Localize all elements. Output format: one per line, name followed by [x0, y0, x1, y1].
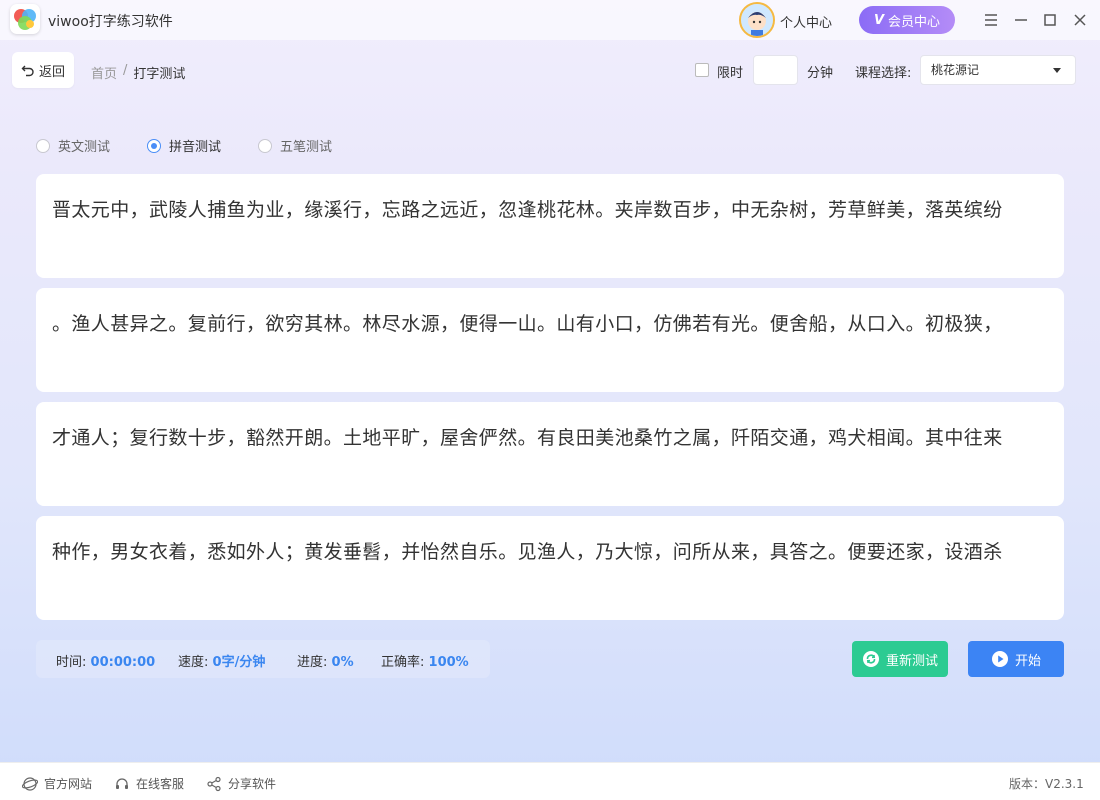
version-label: 版本：V2.3.1 — [1009, 777, 1084, 791]
stat-accuracy: 正确率: 100% — [381, 651, 469, 670]
back-label: 返回 — [38, 64, 65, 80]
maximize-icon[interactable] — [1040, 10, 1060, 30]
official-website-link[interactable]: 官方网站 — [22, 775, 92, 792]
stat-time-value: 00:00:00 — [90, 655, 156, 670]
mode-wubi-test[interactable]: 五笔测试 — [258, 136, 358, 155]
stat-progress-label: 进度: — [297, 655, 328, 670]
course-selected-value: 桃花源记 — [931, 63, 980, 77]
app-title: viwoo打字练习软件 — [48, 14, 173, 30]
share-icon — [207, 776, 221, 791]
stat-time-label: 时间: — [56, 655, 87, 670]
time-limit-checkbox[interactable] — [695, 63, 709, 77]
retest-button[interactable]: 重新测试 — [852, 641, 948, 677]
share-software-label: 分享软件 — [228, 777, 277, 791]
stat-speed-value: 0字/分钟 — [212, 655, 266, 670]
mode-label-wubi: 五笔测试 — [280, 140, 333, 155]
typing-line-card[interactable]: 。渔人甚异之。复前行，欲穷其林。林尽水源，便得一山。山有小口，仿佛若有光。便舍船… — [36, 288, 1064, 392]
stat-accuracy-label: 正确率: — [381, 655, 425, 670]
radio-wubi[interactable] — [258, 138, 272, 153]
stat-speed-label: 速度: — [178, 655, 209, 670]
share-software-link[interactable]: 分享软件 — [206, 775, 276, 792]
personal-center-link[interactable]: 个人中心 — [780, 12, 832, 31]
typing-line-card[interactable]: 才通人；复行数十步，豁然开朗。土地平旷，屋舍俨然。有良田美池桑竹之属，阡陌交通，… — [36, 402, 1064, 506]
globe-icon — [22, 776, 38, 791]
typing-line-text: 才通人；复行数十步，豁然开朗。土地平旷，屋舍俨然。有良田美池桑竹之属，阡陌交通，… — [52, 427, 1003, 449]
vip-badge-icon: V — [873, 12, 885, 28]
typing-line-text: 。渔人甚异之。复前行，欲穷其林。林尽水源，便得一山。山有小口，仿佛若有光。便舍船… — [52, 313, 1003, 335]
stat-time: 时间: 00:00:00 — [56, 651, 155, 670]
vip-center-label: 会员中心 — [888, 14, 941, 30]
headset-icon — [116, 777, 128, 789]
course-select[interactable]: 桃花源记 — [920, 55, 1076, 85]
radio-pinyin[interactable] — [147, 138, 161, 153]
breadcrumb-home[interactable]: 首页 — [91, 63, 117, 82]
caret-down-icon — [1053, 68, 1061, 73]
typing-line-card[interactable]: 晋太元中，武陵人捕鱼为业，缘溪行，忘路之远近，忽逢桃花林。夹岸数百步，中无杂树，… — [36, 174, 1064, 278]
breadcrumb-current: 打字测试 — [133, 67, 186, 82]
refresh-icon — [862, 651, 879, 667]
radio-english[interactable] — [36, 138, 50, 153]
mode-label-english: 英文测试 — [58, 140, 111, 155]
typing-line-text: 种作，男女衣着，悉如外人；黄发垂髫，并怡然自乐。见渔人，乃大惊，问所从来，具答之… — [52, 541, 1003, 563]
back-arrow-icon — [21, 65, 34, 77]
stat-accuracy-value: 100% — [428, 655, 469, 670]
mode-label-pinyin: 拼音测试 — [169, 140, 222, 155]
mode-english-test[interactable]: 英文测试 — [36, 136, 136, 155]
minimize-icon[interactable] — [1011, 10, 1031, 30]
online-service-link[interactable]: 在线客服 — [114, 775, 184, 792]
avatar[interactable] — [739, 2, 775, 38]
breadcrumb-separator: / — [123, 63, 128, 78]
course-select-label: 课程选择: — [855, 66, 912, 81]
stat-speed: 速度: 0字/分钟 — [178, 651, 265, 670]
stat-progress-value: 0% — [331, 655, 354, 670]
menu-icon[interactable] — [981, 10, 1001, 30]
mode-pinyin-test[interactable]: 拼音测试 — [147, 136, 247, 155]
retest-label: 重新测试 — [885, 653, 938, 669]
footer: 官方网站 在线客服 分享软件 版本：V2.3.1 — [0, 762, 1100, 800]
play-icon — [991, 651, 1008, 667]
minutes-unit-label: 分钟 — [807, 66, 834, 81]
typing-line-card[interactable]: 种作，男女衣着，悉如外人；黄发垂髫，并怡然自乐。见渔人，乃大惊，问所从来，具答之… — [36, 516, 1064, 620]
typing-line-text: 晋太元中，武陵人捕鱼为业，缘溪行，忘路之远近，忽逢桃花林。夹岸数百步，中无杂树，… — [52, 199, 1003, 221]
official-website-label: 官方网站 — [44, 777, 93, 791]
stats-bar: 时间: 00:00:00 速度: 0字/分钟 进度: 0% 正确率: 100% — [36, 640, 490, 678]
back-button[interactable]: 返回 — [12, 52, 74, 88]
start-button[interactable]: 开始 — [968, 641, 1064, 677]
stat-progress: 进度: 0% — [297, 651, 354, 670]
title-bar: viwoo打字练习软件 个人中心 V 会员中心 — [0, 0, 1100, 40]
start-label: 开始 — [1014, 653, 1041, 669]
vip-center-button[interactable]: V 会员中心 — [859, 6, 955, 34]
app-logo-icon — [10, 4, 40, 34]
close-icon[interactable] — [1070, 10, 1090, 30]
time-limit-label: 限时 — [717, 66, 744, 81]
minutes-input[interactable] — [753, 55, 798, 85]
toolbar: 返回 首页 / 打字测试 限时 分钟 课程选择: 桃花源记 — [0, 40, 1100, 100]
online-service-label: 在线客服 — [136, 777, 185, 791]
breadcrumb: 首页 / 打字测试 — [91, 63, 185, 82]
